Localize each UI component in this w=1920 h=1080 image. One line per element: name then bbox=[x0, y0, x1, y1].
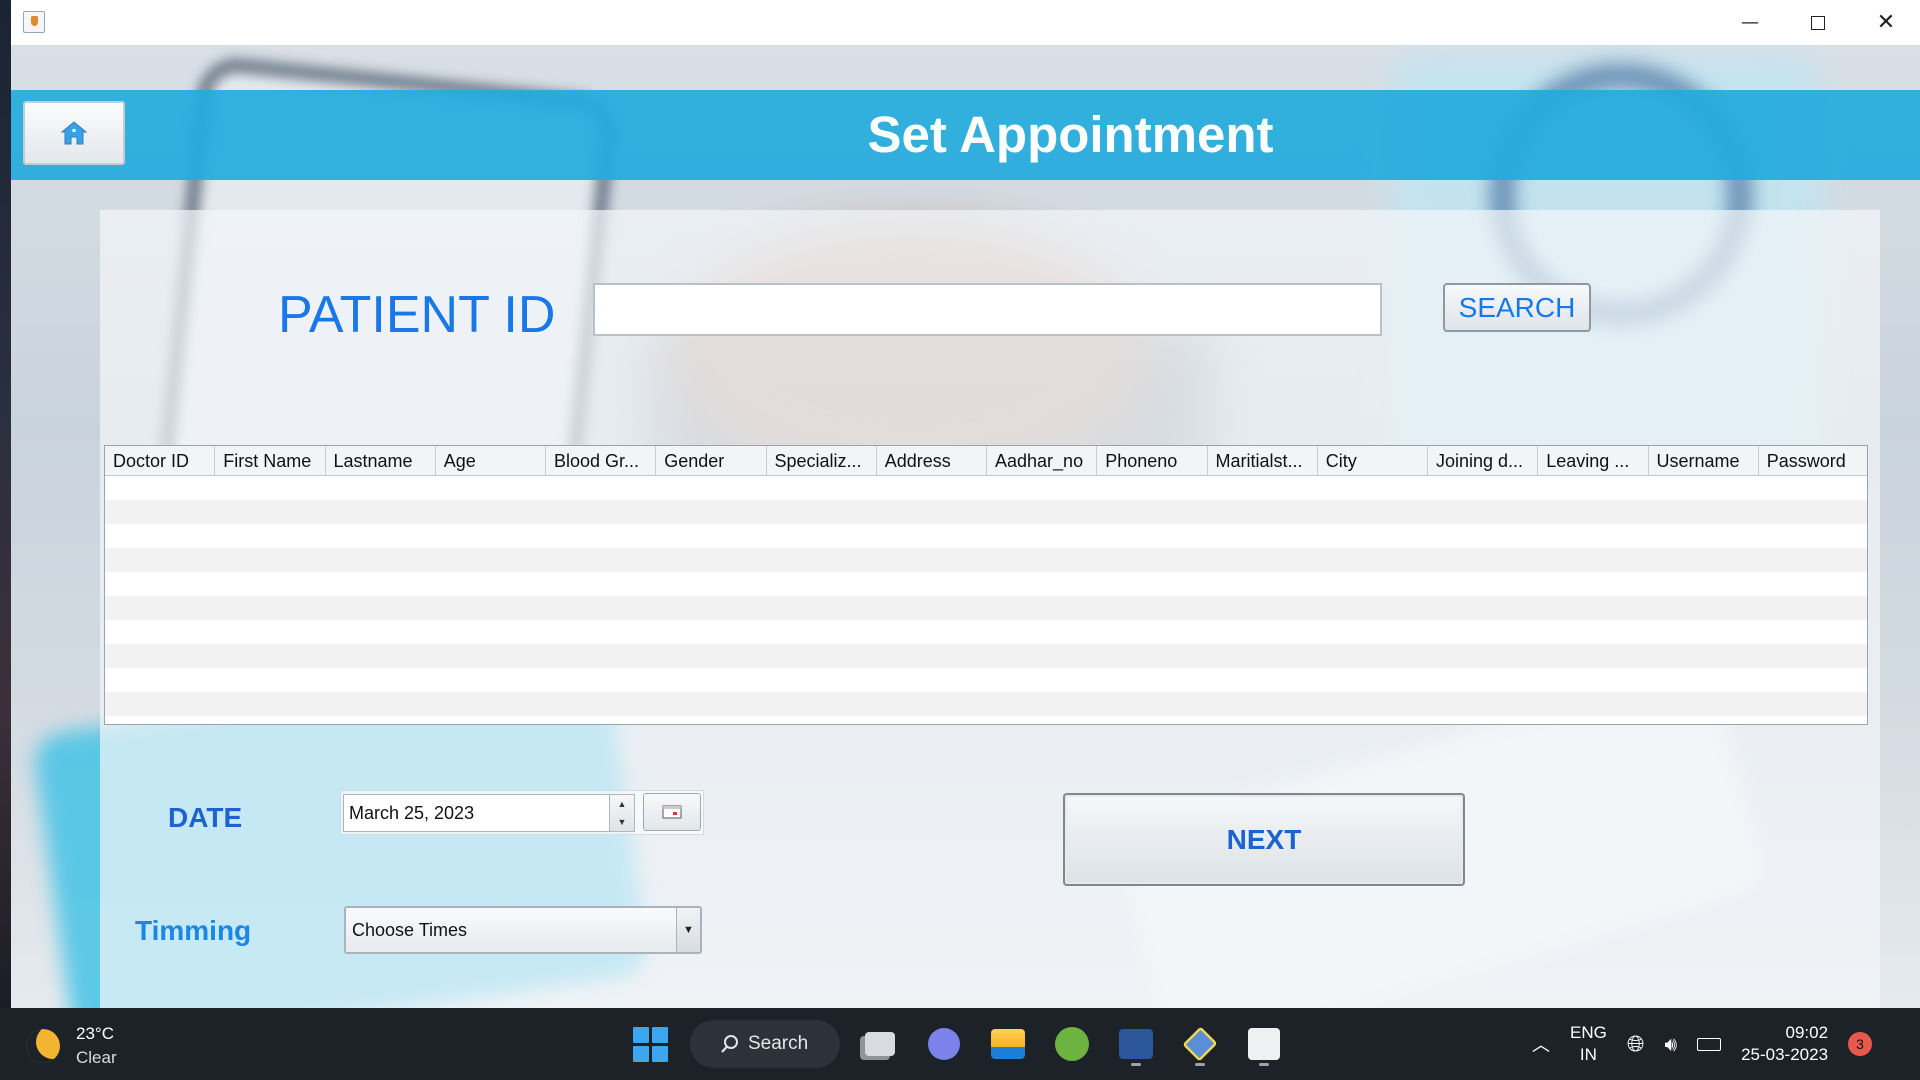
chevron-down-icon[interactable]: ▼ bbox=[676, 908, 700, 952]
java-button[interactable] bbox=[1240, 1020, 1288, 1068]
table-header: Doctor ID First Name Lastname Age Blood Gr..… bbox=[105, 446, 1867, 476]
timing-label: Timming bbox=[135, 915, 252, 946]
table-column-header[interactable]: Aadhar_no bbox=[987, 446, 1098, 476]
table-empty-row bbox=[105, 500, 1867, 524]
table-column-header[interactable]: Gender bbox=[656, 446, 767, 476]
table-column-header[interactable]: Phoneno bbox=[1097, 446, 1208, 476]
table-column-header[interactable]: Lastname bbox=[326, 446, 436, 476]
table-column-header[interactable]: Password bbox=[1759, 446, 1869, 476]
teams-chat-icon bbox=[928, 1028, 960, 1060]
search-icon bbox=[721, 1035, 738, 1053]
table-empty-row bbox=[105, 572, 1867, 596]
table-column-header[interactable]: Username bbox=[1649, 446, 1759, 476]
spring-tools-button[interactable] bbox=[1048, 1020, 1096, 1068]
timing-selected-value: Choose Times bbox=[352, 920, 468, 940]
date-input[interactable]: March 25, 2023 bbox=[343, 794, 610, 832]
table-empty-row bbox=[105, 524, 1867, 548]
table-column-header[interactable]: Blood Gr... bbox=[546, 446, 657, 476]
table-empty-row bbox=[105, 476, 1867, 500]
spring-leaf-icon bbox=[1055, 1027, 1089, 1061]
patient-id-input[interactable] bbox=[593, 283, 1382, 336]
table-column-header[interactable]: Maritialst... bbox=[1208, 446, 1318, 476]
virtualbox-button[interactable] bbox=[1176, 1020, 1224, 1068]
table-empty-row bbox=[105, 620, 1867, 644]
word-button[interactable] bbox=[1112, 1020, 1160, 1068]
clock[interactable]: 09:02 25-03-2023 bbox=[1741, 1022, 1828, 1066]
spinner-up-icon[interactable]: ▲ bbox=[610, 795, 634, 813]
task-view-button[interactable] bbox=[856, 1020, 904, 1068]
table-column-header[interactable]: Address bbox=[877, 446, 987, 476]
search-button[interactable]: SEARCH bbox=[1443, 283, 1591, 332]
close-button[interactable]: ✕ bbox=[1852, 0, 1920, 45]
maximize-icon bbox=[1811, 15, 1825, 30]
language-indicator[interactable]: ENG IN bbox=[1570, 1022, 1607, 1066]
taskbar-search-button[interactable]: Search bbox=[690, 1020, 840, 1068]
weather-widget[interactable]: 23°C Clear bbox=[26, 1022, 117, 1070]
next-button[interactable]: NEXT bbox=[1063, 793, 1465, 886]
weather-condition: Clear bbox=[76, 1048, 117, 1067]
minimize-button[interactable]: — bbox=[1716, 0, 1784, 45]
main-panel: PATIENT ID SEARCH Doctor ID First Name Las… bbox=[100, 210, 1880, 1008]
table-body[interactable] bbox=[105, 476, 1867, 716]
table-column-header[interactable]: Specializ... bbox=[767, 446, 877, 476]
file-explorer-button[interactable] bbox=[984, 1020, 1032, 1068]
table-column-header[interactable]: Leaving ... bbox=[1538, 446, 1649, 476]
spinner-down-icon[interactable]: ▼ bbox=[610, 813, 634, 831]
language-primary: ENG bbox=[1570, 1023, 1607, 1042]
table-column-header[interactable]: City bbox=[1318, 446, 1428, 476]
table-column-header[interactable]: First Name bbox=[215, 446, 326, 476]
language-secondary: IN bbox=[1579, 1045, 1597, 1064]
battery-icon[interactable] bbox=[1697, 1037, 1722, 1051]
desktop-background bbox=[0, 0, 11, 1008]
teams-chat-button[interactable] bbox=[920, 1020, 968, 1068]
taskbar: 23°C Clear Search ︿ ENG IN 🌐︎ 🔊︎ 09:02 2… bbox=[0, 1008, 1920, 1080]
date-label: DATE bbox=[168, 802, 243, 833]
volume-icon[interactable]: 🔊︎ bbox=[1664, 1032, 1677, 1056]
title-bar[interactable]: — ✕ bbox=[11, 0, 1920, 45]
header-band: Set Appointment bbox=[11, 90, 1920, 180]
page-title: Set Appointment bbox=[867, 106, 1274, 163]
table-empty-row bbox=[105, 548, 1867, 572]
start-button[interactable] bbox=[626, 1020, 674, 1068]
table-column-header[interactable]: Doctor ID bbox=[105, 446, 216, 476]
doctor-table[interactable]: Doctor ID First Name Lastname Age Blood Gr..… bbox=[104, 445, 1868, 725]
network-icon[interactable]: 🌐︎ bbox=[1627, 1032, 1645, 1057]
table-empty-row bbox=[105, 692, 1867, 716]
java-app-icon bbox=[23, 11, 45, 33]
table-empty-row bbox=[105, 668, 1867, 692]
date-spinner[interactable]: ▲ ▼ bbox=[609, 794, 635, 832]
folder-icon bbox=[991, 1029, 1025, 1059]
clock-date: 25-03-2023 bbox=[1741, 1045, 1829, 1064]
date-chooser: March 25, 2023 ▲ ▼ bbox=[340, 790, 704, 835]
app-window: — ✕ Set Appointment PATIENT ID SEARCH Do… bbox=[11, 0, 1920, 1008]
timing-select[interactable]: Choose Times ▼ bbox=[344, 906, 702, 954]
home-icon bbox=[60, 121, 88, 145]
system-tray: ︿ ENG IN 🌐︎ 🔊︎ 09:02 25-03-2023 3 bbox=[1532, 1008, 1873, 1080]
home-button[interactable] bbox=[23, 101, 125, 165]
taskbar-apps: Search bbox=[626, 1020, 1288, 1068]
moon-icon bbox=[26, 1029, 60, 1063]
table-empty-row bbox=[105, 596, 1867, 620]
calendar-icon bbox=[662, 805, 682, 819]
virtualbox-icon bbox=[1182, 1026, 1218, 1062]
task-view-icon bbox=[865, 1032, 895, 1056]
maximize-button[interactable] bbox=[1784, 0, 1852, 45]
taskbar-search-label: Search bbox=[748, 1033, 809, 1054]
java-icon bbox=[1248, 1028, 1280, 1060]
clock-time: 09:02 bbox=[1785, 1023, 1829, 1042]
notification-badge[interactable]: 3 bbox=[1848, 1032, 1873, 1056]
table-column-header[interactable]: Joining d... bbox=[1428, 446, 1539, 476]
table-empty-row bbox=[105, 644, 1867, 668]
chevron-up-icon[interactable]: ︿ bbox=[1532, 1031, 1550, 1057]
calendar-button[interactable] bbox=[643, 793, 701, 831]
weather-temperature: 23°C bbox=[76, 1024, 114, 1043]
table-column-header[interactable]: Age bbox=[436, 446, 546, 476]
word-icon bbox=[1119, 1029, 1153, 1059]
patient-id-label: PATIENT ID bbox=[278, 286, 556, 344]
